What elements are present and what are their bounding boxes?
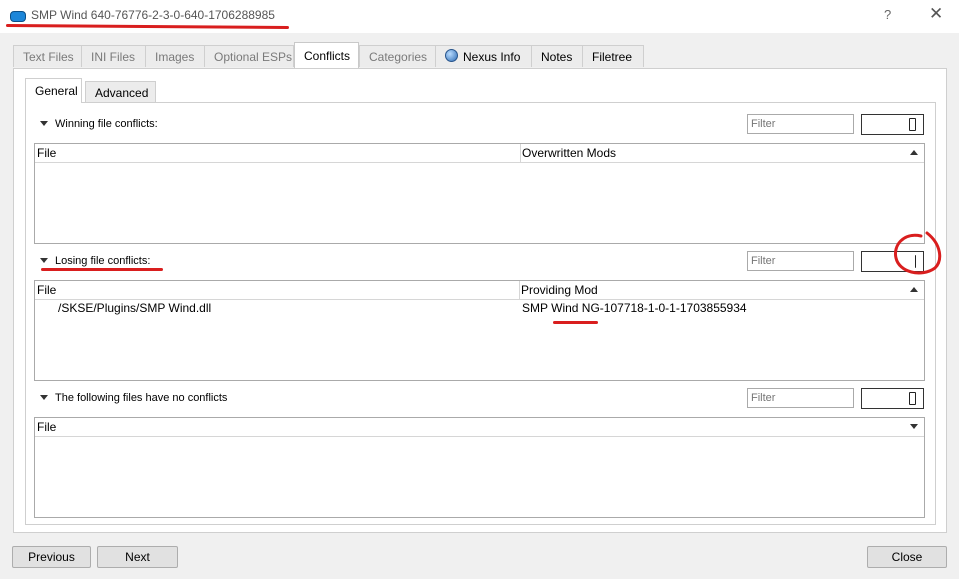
expand-arrow-icon [40, 258, 48, 263]
tab-categories[interactable]: Categories [359, 45, 436, 67]
help-button[interactable]: ? [884, 7, 891, 22]
tab-images[interactable]: Images [145, 45, 205, 67]
globe-icon [445, 49, 458, 62]
losing-section-toggle[interactable]: Losing file conflicts: [40, 255, 150, 267]
winning-conflicts-table[interactable]: File Overwritten Mods [34, 143, 925, 244]
subtab-advanced[interactable]: Advanced [85, 81, 156, 103]
close-icon[interactable]: ✕ [929, 4, 943, 24]
winning-filter-input[interactable] [747, 114, 854, 134]
count-circle-annotation [893, 231, 942, 275]
noconflict-files-table[interactable]: File [34, 417, 925, 518]
mod-name-underline-annotation [553, 321, 598, 324]
app-icon [10, 11, 26, 22]
losing-table-header: File Providing Mod [35, 281, 924, 300]
winning-count-display [861, 114, 924, 135]
noconflict-filter-input[interactable] [747, 388, 854, 408]
tab-text-files[interactable]: Text Files [13, 45, 82, 67]
tab-ini-files[interactable]: INI Files [81, 45, 146, 67]
tab-notes[interactable]: Notes [531, 45, 583, 67]
tab-nexus-info[interactable]: Nexus Info [435, 45, 532, 67]
window-title: SMP Wind 640-76776-2-3-0-640-1706288985 [31, 8, 275, 22]
noconflict-section-title: The following files have no conflicts [55, 392, 228, 404]
previous-button[interactable]: Previous [12, 546, 91, 568]
column-header-overwritten-mods[interactable]: Overwritten Mods [522, 145, 616, 161]
next-button[interactable]: Next [97, 546, 178, 568]
noconflict-count-digit [909, 392, 916, 405]
losing-underline-annotation [41, 268, 163, 271]
losing-filter-input[interactable] [747, 251, 854, 271]
column-header-file[interactable]: File [37, 419, 56, 435]
winning-section-title: Winning file conflicts: [55, 118, 158, 130]
losing-conflicts-table[interactable]: File Providing Mod /SKSE/Plugins/SMP Win… [34, 280, 925, 381]
expand-arrow-icon [40, 395, 48, 400]
tab-conflicts[interactable]: Conflicts [294, 42, 359, 68]
sort-descending-icon[interactable] [910, 424, 918, 429]
losing-section-title: Losing file conflicts: [55, 255, 151, 267]
noconflict-table-header: File [35, 418, 924, 437]
losing-row-file[interactable]: /SKSE/Plugins/SMP Wind.dll [58, 301, 211, 315]
winning-table-header: File Overwritten Mods [35, 144, 924, 163]
mod-info-dialog: SMP Wind 640-76776-2-3-0-640-1706288985 … [0, 0, 959, 579]
expand-arrow-icon [40, 121, 48, 126]
winning-count-digit [909, 118, 916, 131]
tab-optional-esps[interactable]: Optional ESPs [204, 45, 294, 67]
tab-nexus-info-label: Nexus Info [463, 50, 521, 64]
column-header-providing-mod[interactable]: Providing Mod [521, 282, 598, 298]
close-button[interactable]: Close [867, 546, 947, 568]
sort-ascending-icon[interactable] [910, 287, 918, 292]
column-divider [520, 144, 521, 162]
noconflict-section-toggle[interactable]: The following files have no conflicts [40, 392, 227, 404]
noconflict-count-display [861, 388, 924, 409]
subtab-general[interactable]: General [25, 78, 82, 103]
column-header-file[interactable]: File [37, 282, 56, 298]
column-header-file[interactable]: File [37, 145, 56, 161]
sort-ascending-icon[interactable] [910, 150, 918, 155]
title-bar: SMP Wind 640-76776-2-3-0-640-1706288985 … [0, 0, 959, 33]
tab-filetree[interactable]: Filetree [582, 45, 644, 67]
column-divider [519, 281, 520, 299]
winning-section-toggle[interactable]: Winning file conflicts: [40, 118, 158, 130]
losing-row-mod[interactable]: SMP Wind NG-107718-1-0-1-1703855934 [522, 301, 747, 315]
